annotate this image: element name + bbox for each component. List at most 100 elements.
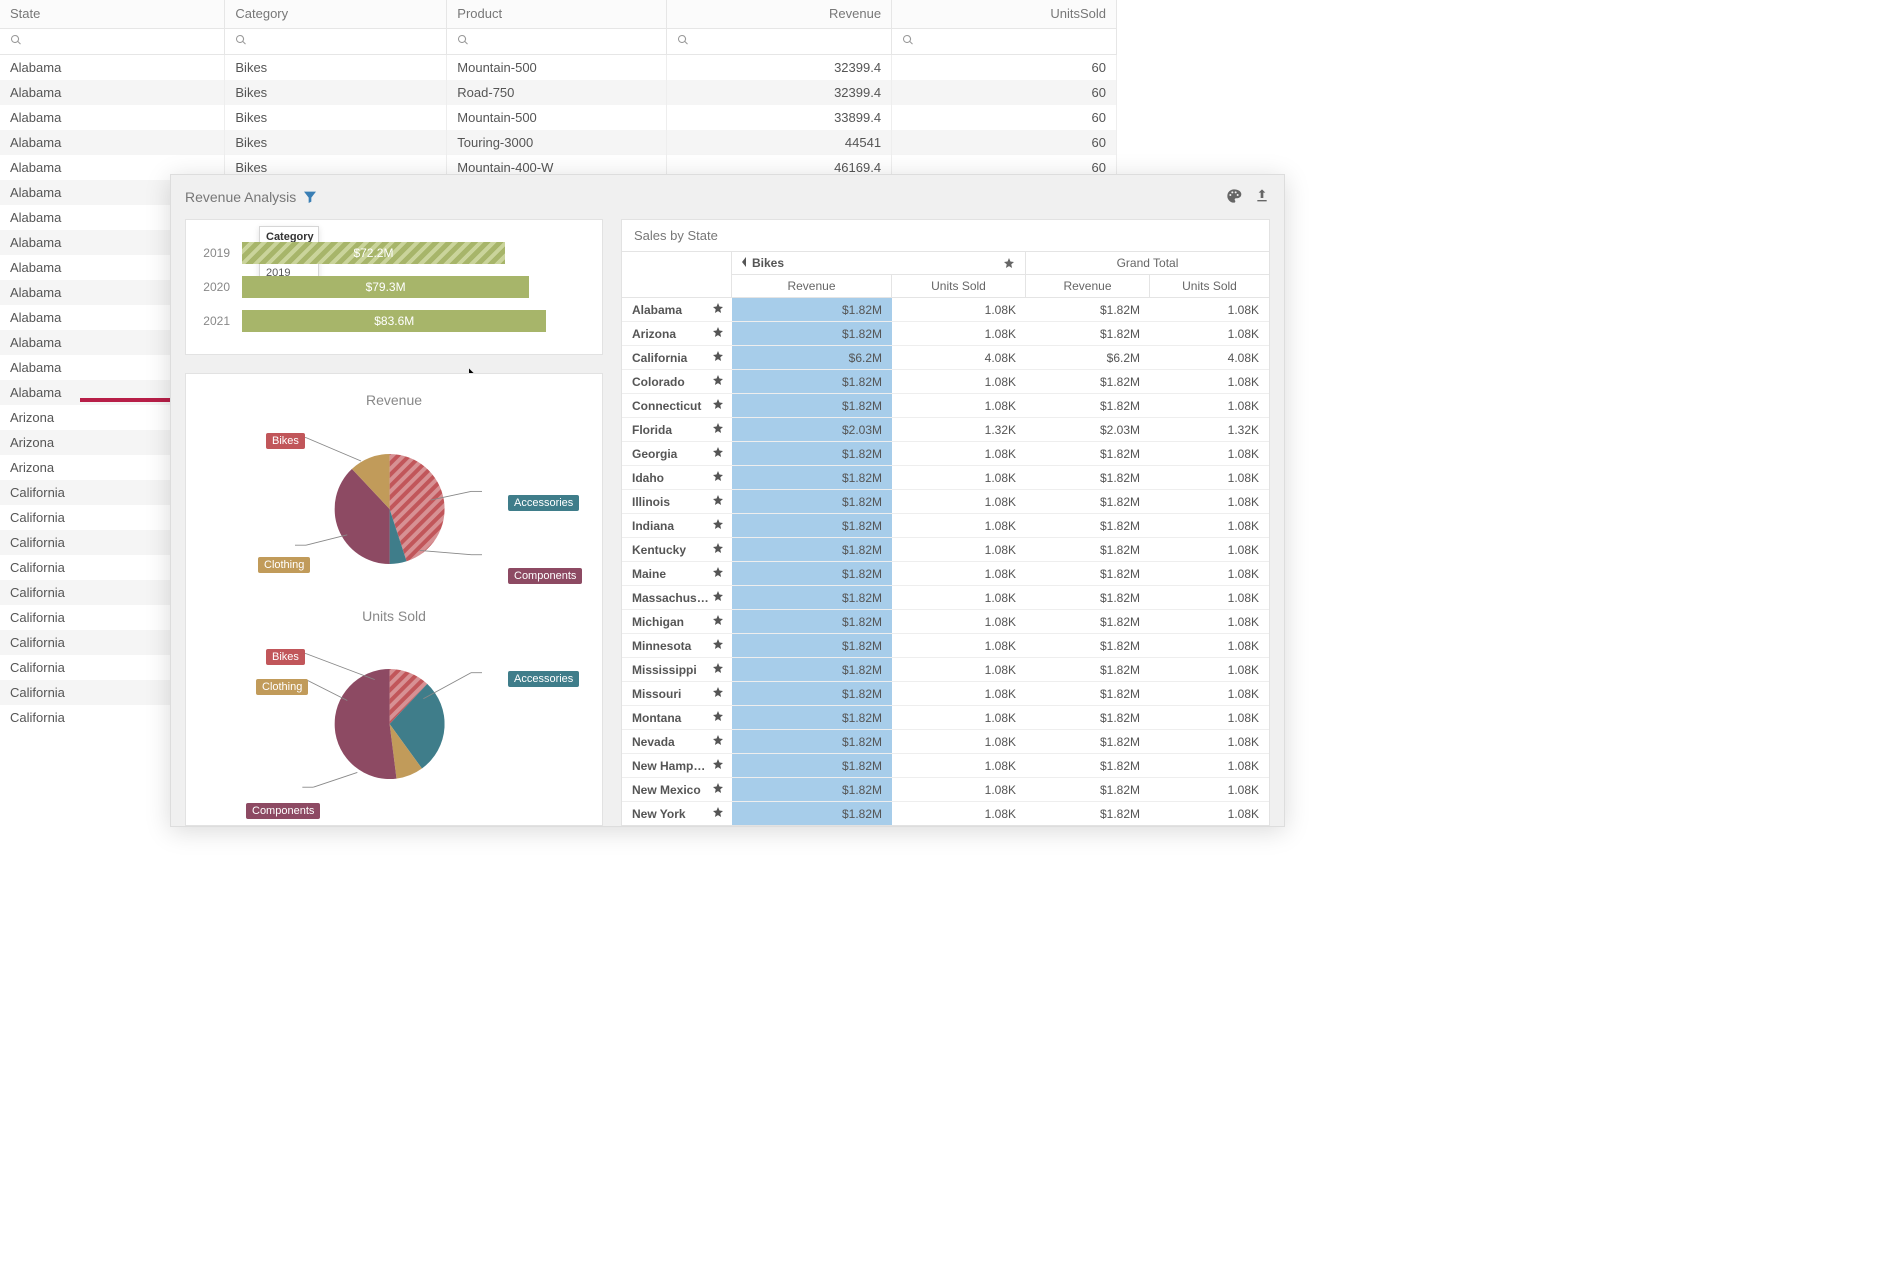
- cell-grand-units: 1.08K: [1150, 466, 1269, 489]
- pie-units[interactable]: Bikes Accessories Clothing Components: [196, 638, 592, 812]
- sales-row[interactable]: New York $1.82M 1.08K $1.82M 1.08K: [622, 802, 1269, 825]
- cell-grand-revenue: $1.82M: [1026, 706, 1150, 729]
- sales-row[interactable]: Maine $1.82M 1.08K $1.82M 1.08K: [622, 562, 1269, 586]
- bar-row[interactable]: 2020 $79.3M: [200, 270, 588, 304]
- sales-row[interactable]: Indiana $1.82M 1.08K $1.82M 1.08K: [622, 514, 1269, 538]
- star-icon[interactable]: [712, 302, 732, 317]
- sales-row[interactable]: Kentucky $1.82M 1.08K $1.82M 1.08K: [622, 538, 1269, 562]
- cell-grand-revenue: $1.82M: [1026, 394, 1150, 417]
- state-name: Idaho: [622, 471, 712, 485]
- sales-row[interactable]: Florida $2.03M 1.32K $2.03M 1.32K: [622, 418, 1269, 442]
- star-icon[interactable]: [712, 590, 732, 605]
- cell-revenue: $1.82M: [732, 322, 892, 345]
- table-row[interactable]: AlabamaBikesMountain-50033899.460: [0, 105, 1117, 130]
- cell-units: 1.08K: [892, 394, 1026, 417]
- cell-units: 1.08K: [892, 322, 1026, 345]
- star-icon[interactable]: [712, 422, 732, 437]
- cell-grand-units: 4.08K: [1150, 346, 1269, 369]
- cell-units: 1.08K: [892, 442, 1026, 465]
- star-icon[interactable]: [712, 398, 732, 413]
- col-revenue[interactable]: Revenue: [667, 0, 892, 28]
- star-icon[interactable]: [712, 326, 732, 341]
- sales-row[interactable]: Michigan $1.82M 1.08K $1.82M 1.08K: [622, 610, 1269, 634]
- star-icon[interactable]: [712, 470, 732, 485]
- cell-revenue: $1.82M: [732, 298, 892, 321]
- bar-chart[interactable]: Category Bikes Year 2019 2019 $72.2M2020…: [185, 219, 603, 355]
- cell-grand-units: 1.08K: [1150, 610, 1269, 633]
- cell-units: 1.08K: [892, 802, 1026, 825]
- table-row[interactable]: AlabamaBikesMountain-50032399.460: [0, 54, 1117, 80]
- sales-row[interactable]: Minnesota $1.82M 1.08K $1.82M 1.08K: [622, 634, 1269, 658]
- state-name: Michigan: [622, 615, 712, 629]
- sales-row[interactable]: Nevada $1.82M 1.08K $1.82M 1.08K: [622, 730, 1269, 754]
- star-icon[interactable]: [1003, 257, 1015, 269]
- table-row[interactable]: AlabamaBikesTouring-30004454160: [0, 130, 1117, 155]
- sales-row[interactable]: Alabama $1.82M 1.08K $1.82M 1.08K: [622, 298, 1269, 322]
- cell-grand-units: 1.08K: [1150, 514, 1269, 537]
- sales-row[interactable]: Mississippi $1.82M 1.08K $1.82M 1.08K: [622, 658, 1269, 682]
- col-category[interactable]: Category: [225, 0, 447, 28]
- sales-row[interactable]: Arizona $1.82M 1.08K $1.82M 1.08K: [622, 322, 1269, 346]
- palette-button[interactable]: [1226, 188, 1242, 207]
- sales-by-state-table[interactable]: Sales by State Bikes Grand Total Revenue…: [621, 219, 1270, 826]
- cell-grand-revenue: $1.82M: [1026, 538, 1150, 561]
- cell-grand-units: 1.08K: [1150, 682, 1269, 705]
- cell-grand-units: 1.08K: [1150, 706, 1269, 729]
- cell-grand-revenue: $1.82M: [1026, 730, 1150, 753]
- cell-grand-revenue: $1.82M: [1026, 322, 1150, 345]
- filter-icon[interactable]: [302, 189, 318, 205]
- star-icon[interactable]: [712, 518, 732, 533]
- bar-year-label: 2021: [200, 314, 230, 328]
- pie-revenue[interactable]: Bikes Accessories Components Clothing: [196, 422, 592, 596]
- star-icon[interactable]: [712, 446, 732, 461]
- sales-row[interactable]: Idaho $1.82M 1.08K $1.82M 1.08K: [622, 466, 1269, 490]
- sales-row[interactable]: New Hampshire $1.82M 1.08K $1.82M 1.08K: [622, 754, 1269, 778]
- filter-revenue[interactable]: [667, 28, 892, 54]
- star-icon[interactable]: [712, 662, 732, 677]
- sales-row[interactable]: Massachusetts $1.82M 1.08K $1.82M 1.08K: [622, 586, 1269, 610]
- export-button[interactable]: [1254, 188, 1270, 207]
- sales-row[interactable]: Connecticut $1.82M 1.08K $1.82M 1.08K: [622, 394, 1269, 418]
- star-icon[interactable]: [712, 494, 732, 509]
- filter-product[interactable]: [447, 28, 667, 54]
- sales-row[interactable]: Montana $1.82M 1.08K $1.82M 1.08K: [622, 706, 1269, 730]
- star-icon[interactable]: [712, 710, 732, 725]
- sales-row[interactable]: Illinois $1.82M 1.08K $1.82M 1.08K: [622, 490, 1269, 514]
- star-icon[interactable]: [712, 758, 732, 773]
- cell-grand-revenue: $1.82M: [1026, 370, 1150, 393]
- cell-revenue: $1.82M: [732, 562, 892, 585]
- col-state[interactable]: State: [0, 0, 225, 28]
- sales-row[interactable]: California $6.2M 4.08K $6.2M 4.08K: [622, 346, 1269, 370]
- star-icon[interactable]: [712, 614, 732, 629]
- star-icon[interactable]: [712, 374, 732, 389]
- expand-icon[interactable]: [742, 257, 746, 267]
- star-icon[interactable]: [712, 734, 732, 749]
- table-row[interactable]: AlabamaBikesRoad-75032399.460: [0, 80, 1117, 105]
- star-icon[interactable]: [712, 350, 732, 365]
- star-icon[interactable]: [712, 638, 732, 653]
- filter-state[interactable]: [0, 28, 225, 54]
- cell-grand-units: 1.32K: [1150, 418, 1269, 441]
- filter-category[interactable]: [225, 28, 447, 54]
- sales-row[interactable]: Missouri $1.82M 1.08K $1.82M 1.08K: [622, 682, 1269, 706]
- star-icon[interactable]: [712, 566, 732, 581]
- state-name: Kentucky: [622, 543, 712, 557]
- state-name: Massachusetts: [622, 591, 712, 605]
- star-icon[interactable]: [712, 806, 732, 821]
- cell-revenue: $1.82M: [732, 586, 892, 609]
- col-unitssold[interactable]: UnitsSold: [892, 0, 1117, 28]
- star-icon[interactable]: [712, 686, 732, 701]
- pie-slice[interactable]: [335, 669, 397, 779]
- star-icon[interactable]: [712, 782, 732, 797]
- cell-units: 1.08K: [892, 298, 1026, 321]
- star-icon[interactable]: [712, 542, 732, 557]
- legend-bikes: Bikes: [266, 433, 305, 449]
- bar-year-label: 2020: [200, 280, 230, 294]
- filter-units[interactable]: [892, 28, 1117, 54]
- sales-row[interactable]: New Mexico $1.82M 1.08K $1.82M 1.08K: [622, 778, 1269, 802]
- sales-row[interactable]: Georgia $1.82M 1.08K $1.82M 1.08K: [622, 442, 1269, 466]
- state-name: Illinois: [622, 495, 712, 509]
- bar-row[interactable]: 2021 $83.6M: [200, 304, 588, 338]
- col-product[interactable]: Product: [447, 0, 667, 28]
- sales-row[interactable]: Colorado $1.82M 1.08K $1.82M 1.08K: [622, 370, 1269, 394]
